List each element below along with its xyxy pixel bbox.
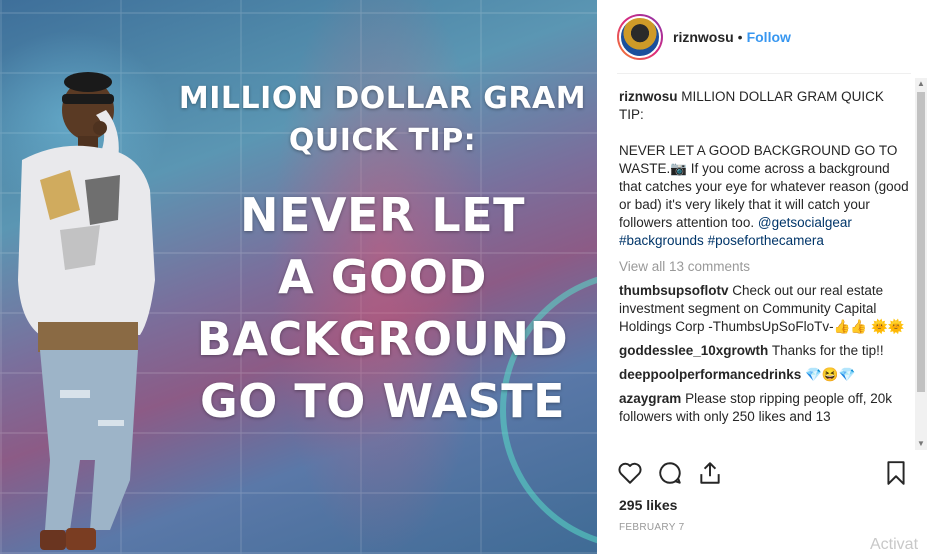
activation-watermark: Activat bbox=[870, 536, 919, 553]
headline-line: GO TO WASTE bbox=[199, 374, 566, 428]
scroll-down-icon[interactable]: ▼ bbox=[917, 440, 925, 448]
person-figure bbox=[18, 72, 155, 550]
mention-link[interactable]: @getsocialgear bbox=[758, 215, 852, 230]
headline-line: QUICK TIP: bbox=[288, 123, 477, 158]
caption-username[interactable]: riznwosu bbox=[619, 89, 678, 104]
image-headline: MILLION DOLLAR GRAM QUICK TIP: NEVER LET… bbox=[160, 78, 597, 432]
caption-body: NEVER LET A GOOD BACKGROUND GO TO WASTE.… bbox=[619, 142, 909, 250]
likes-count[interactable]: 295 likes bbox=[619, 497, 677, 513]
header-divider bbox=[617, 73, 911, 74]
headline-line: NEVER LET bbox=[240, 188, 525, 242]
comment-username[interactable]: deeppoolperformancedrinks bbox=[619, 367, 801, 382]
comments-scrollbar[interactable]: ▲ ▼ bbox=[915, 78, 927, 450]
comment-text: 💎😆💎 bbox=[805, 367, 856, 382]
comment-item: deeppoolperformancedrinks 💎😆💎 bbox=[619, 366, 909, 384]
headline-line: MILLION DOLLAR GRAM bbox=[178, 81, 587, 116]
comment-username[interactable]: thumbsupsoflotv bbox=[619, 283, 729, 298]
avatar[interactable] bbox=[617, 13, 663, 60]
follow-button[interactable]: Follow bbox=[747, 29, 791, 45]
comment-text: Thanks for the tip!! bbox=[771, 343, 884, 358]
view-all-comments-link[interactable]: View all 13 comments bbox=[619, 258, 909, 276]
bookmark-icon[interactable] bbox=[883, 460, 909, 486]
comments-list: riznwosu MILLION DOLLAR GRAM QUICK TIP: … bbox=[619, 88, 909, 454]
share-icon[interactable] bbox=[697, 460, 723, 486]
headline-line: A GOOD bbox=[278, 250, 487, 304]
comment-username[interactable]: azaygram bbox=[619, 391, 681, 406]
comment-item: azaygram Please stop ripping people off,… bbox=[619, 390, 909, 426]
hashtag-link[interactable]: #poseforthecamera bbox=[708, 233, 824, 248]
comment-username[interactable]: goddesslee_10xgrowth bbox=[619, 343, 768, 358]
action-bar bbox=[617, 460, 913, 492]
scroll-up-icon[interactable]: ▲ bbox=[917, 80, 925, 88]
post-date[interactable]: FEBRUARY 7 bbox=[619, 522, 684, 533]
post-header: riznwosu • Follow bbox=[597, 0, 931, 73]
heart-icon[interactable] bbox=[617, 460, 643, 486]
comment-item: thumbsupsoflotv Check out our real estat… bbox=[619, 282, 909, 336]
header-username[interactable]: riznwosu bbox=[673, 29, 734, 45]
post-image[interactable]: MILLION DOLLAR GRAM QUICK TIP: NEVER LET… bbox=[0, 0, 597, 554]
headline-line: BACKGROUND bbox=[196, 312, 569, 366]
hashtag-link[interactable]: #backgrounds bbox=[619, 233, 704, 248]
scrollbar-thumb[interactable] bbox=[917, 92, 925, 392]
comment-item: goddesslee_10xgrowth Thanks for the tip!… bbox=[619, 342, 909, 360]
comment-icon[interactable] bbox=[657, 460, 683, 486]
caption: riznwosu MILLION DOLLAR GRAM QUICK TIP: bbox=[619, 88, 909, 124]
post-sidebar: riznwosu • Follow riznwosu MILLION DOLLA… bbox=[597, 0, 931, 554]
instagram-post-modal: MILLION DOLLAR GRAM QUICK TIP: NEVER LET… bbox=[0, 0, 931, 554]
separator-dot: • bbox=[737, 28, 743, 45]
